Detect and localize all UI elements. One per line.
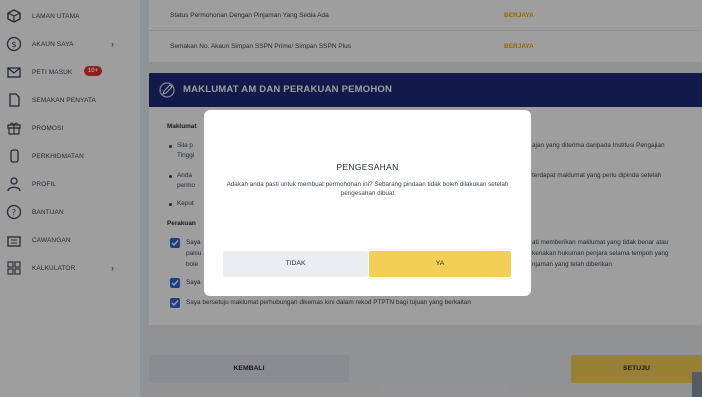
no-button[interactable]: TIDAK [223,251,368,277]
dialog-title: PENGESAHAN [336,162,399,172]
yes-button[interactable]: YA [369,251,511,277]
dialog-message: Adakah anda pasti untuk membuat permohon… [226,181,509,197]
scroll-top-button[interactable] [692,372,702,397]
confirmation-dialog: PENGESAHAN Adakah anda pasti untuk membu… [204,110,531,296]
